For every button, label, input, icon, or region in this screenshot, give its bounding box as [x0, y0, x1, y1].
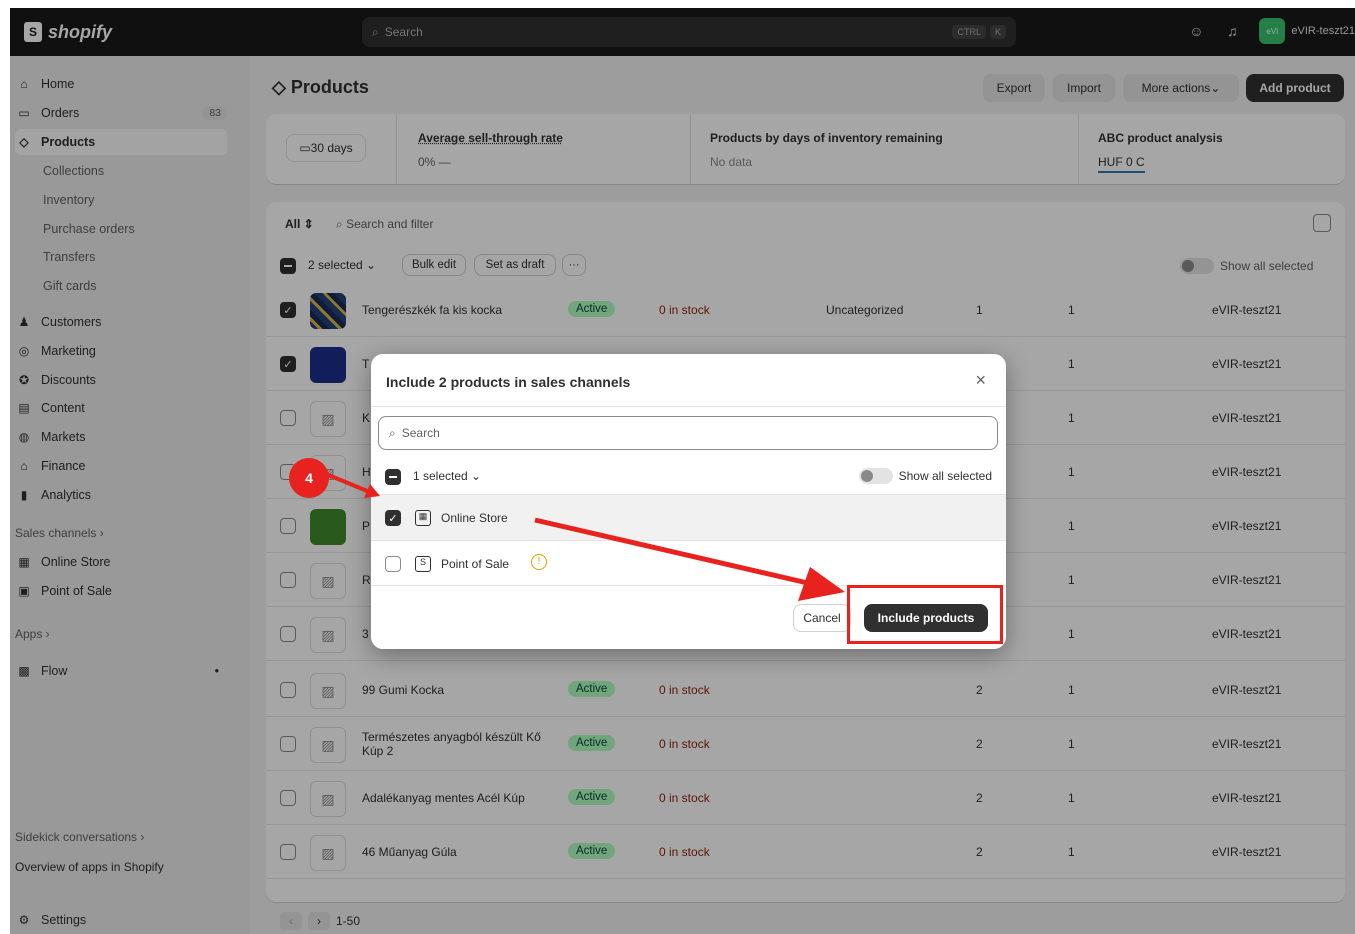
annotation-arrows — [325, 472, 845, 601]
red-arrowhead — [798, 567, 845, 601]
red-arrow — [534, 517, 813, 587]
step-pointer-arrow — [325, 472, 373, 495]
